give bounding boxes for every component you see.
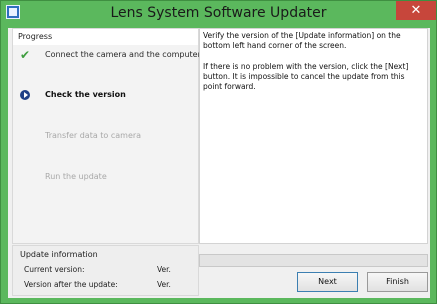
arrow-circle-icon [17, 87, 31, 103]
step-label: Connect the camera and the computer [45, 50, 201, 59]
step-transfer-data: Transfer data to camera [17, 128, 197, 144]
update-progress-bar [199, 254, 428, 267]
current-version-label: Current version: [24, 265, 85, 274]
updater-window: Lens System Software Updater ✕ Progress … [0, 0, 437, 304]
version-after-update-label: Version after the update: [24, 280, 118, 289]
step-connect-camera: ✔ Connect the camera and the computer [17, 47, 201, 63]
description-paragraph: Verify the version of the [Update inform… [203, 31, 401, 50]
step-label: Run the update [45, 172, 107, 181]
description-paragraph: If there is no problem with the version,… [203, 62, 409, 91]
step-check-version: Check the version [17, 87, 197, 103]
dialog-body: Progress ✔ Connect the camera and the co… [8, 28, 430, 298]
step-label: Transfer data to camera [45, 131, 142, 140]
check-icon: ✔ [20, 48, 31, 62]
progress-panel: Progress ✔ Connect the camera and the co… [12, 28, 201, 244]
close-icon: ✕ [410, 3, 422, 18]
description-panel: Verify the version of the [Update inform… [199, 28, 428, 244]
close-button[interactable]: ✕ [396, 1, 436, 20]
step-run-update: Run the update [17, 169, 197, 185]
update-information-group: Update information Current version: Ver.… [12, 245, 199, 296]
step-label: Check the version [45, 90, 126, 99]
next-button[interactable]: Next [297, 272, 358, 292]
progress-heading: Progress [13, 29, 198, 45]
window-title: Lens System Software Updater [110, 5, 327, 21]
current-version-value: Ver. [157, 265, 171, 274]
update-information-heading: Update information [20, 250, 98, 259]
version-after-update-value: Ver. [157, 280, 171, 289]
finish-button[interactable]: Finish [367, 272, 428, 292]
title-bar[interactable]: Lens System Software Updater ✕ [1, 1, 436, 27]
